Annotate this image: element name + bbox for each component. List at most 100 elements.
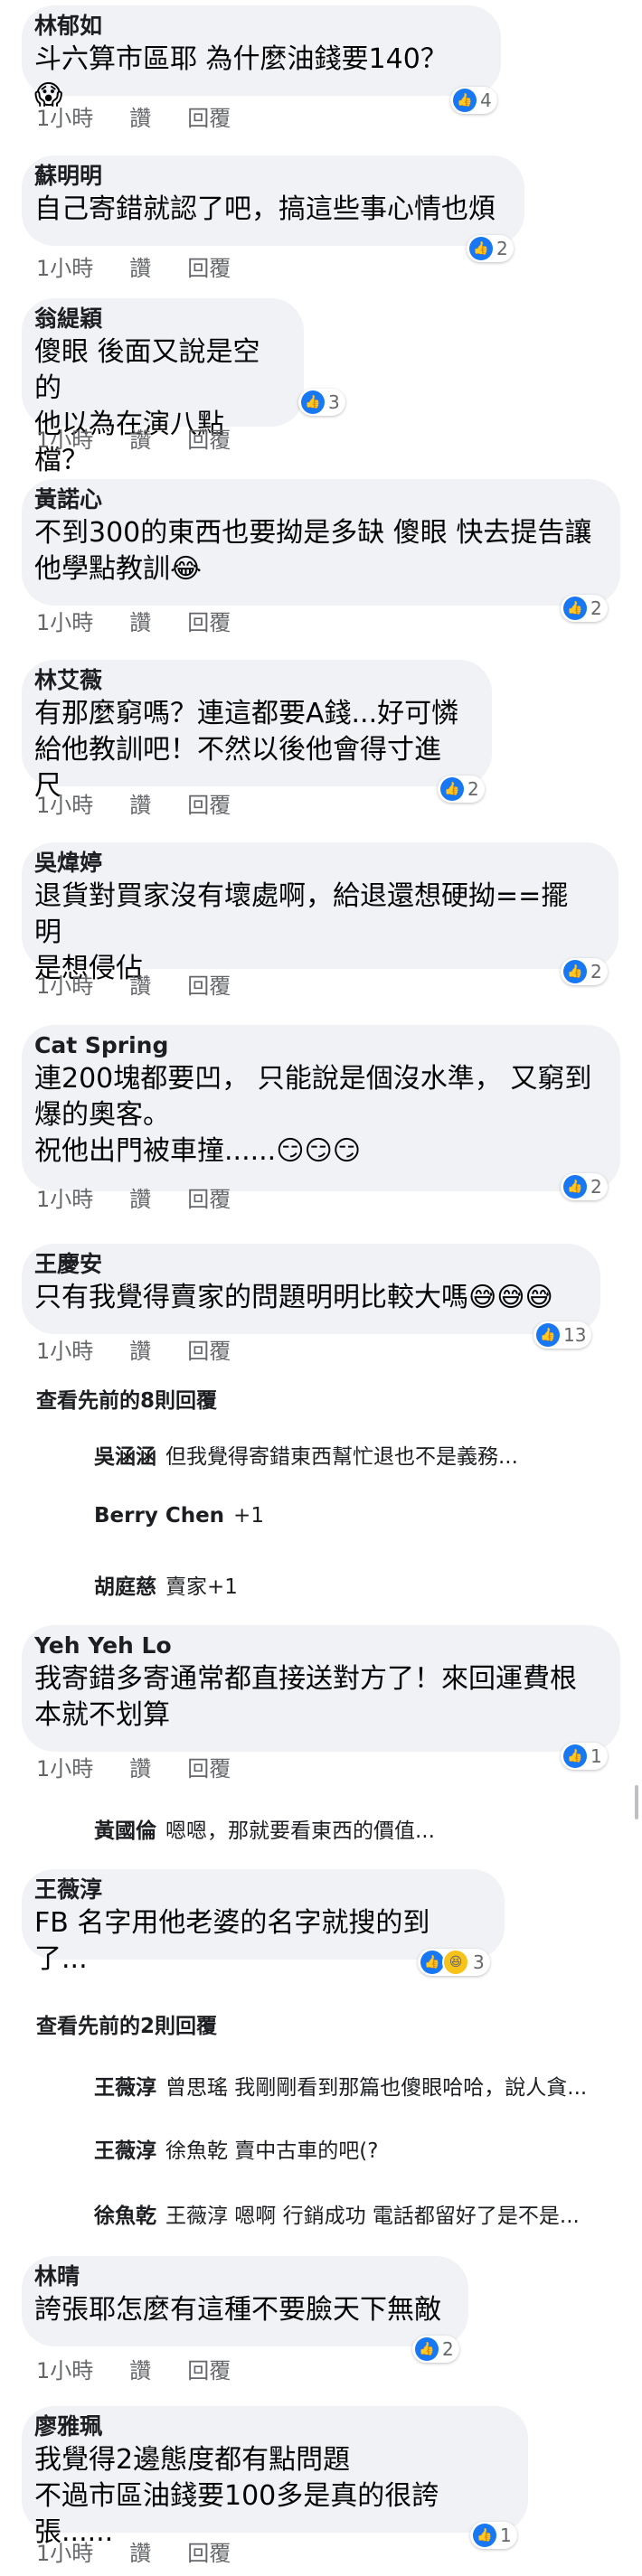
comment-bubble: 廖雅珮 我覺得2邊態度都有點問題 不過市區油錢要100多是真的很誇張...... <box>22 2406 528 2548</box>
reaction-count[interactable]: 👍 2 <box>561 1173 608 1200</box>
reaction-count[interactable]: 👍 2 <box>467 235 514 262</box>
comment-text: 誇張耶怎麼有這種不要臉天下無敵 <box>34 2294 441 2326</box>
timestamp[interactable]: 1小時 <box>36 1338 93 1365</box>
timestamp[interactable]: 1小時 <box>36 1186 93 1213</box>
reaction-count[interactable]: 👍 13 <box>533 1321 592 1349</box>
reaction-number: 2 <box>590 597 602 619</box>
comment-actions: 1小時 讚 回覆 <box>36 609 231 636</box>
timestamp[interactable]: 1小時 <box>36 973 93 1000</box>
reaction-count[interactable]: 👍 2 <box>412 2336 459 2363</box>
thumbs-up-icon: 👍 <box>536 1323 560 1347</box>
comment-text: FB 名字用他老婆的名字就搜的到了... <box>34 1907 430 1975</box>
reply-text: 嗯嗯，那就要看東西的價值... <box>165 1819 435 1843</box>
like-button[interactable]: 讚 <box>129 2357 151 2384</box>
reply-text: 徐魚乾 賣中古車的吧(? <box>165 2139 379 2163</box>
reply-button[interactable]: 回覆 <box>187 2357 231 2384</box>
comment-bubble: Yeh Yeh Lo 我寄錯多寄通常都直接送對方了！來回運費根 本就不划算 <box>22 1625 620 1752</box>
like-button[interactable]: 讚 <box>129 1755 151 1782</box>
reply-text: 賣家+1 <box>165 1575 238 1599</box>
comment-actions: 1小時 讚 回覆 <box>36 2540 231 2567</box>
reply-author[interactable]: 王薇淳 <box>94 2139 156 2163</box>
like-button[interactable]: 讚 <box>129 2540 151 2567</box>
reply-button[interactable]: 回覆 <box>187 105 231 132</box>
commenter-name[interactable]: Yeh Yeh Lo <box>34 1632 593 1659</box>
reply-author[interactable]: 吳涵涵 <box>94 1445 156 1469</box>
reaction-count[interactable]: 👍 2 <box>438 776 485 803</box>
reply-item: 黃國倫 嗯嗯，那就要看東西的價值... <box>94 1813 435 1844</box>
timestamp[interactable]: 1小時 <box>36 1755 93 1782</box>
reply-button[interactable]: 回覆 <box>187 1755 231 1782</box>
commenter-name[interactable]: 林郁如 <box>34 13 474 40</box>
reaction-count[interactable]: 👍 2 <box>561 595 608 622</box>
comment: Cat Spring 連200塊都要凹， 只能說是個沒水準， 又窮到 爆的奧客。… <box>0 1025 642 1212</box>
reply-item: 徐魚乾 王薇淳 嗯啊 行銷成功 電話都留好了是不是... <box>94 2198 580 2229</box>
timestamp[interactable]: 1小時 <box>36 2357 93 2384</box>
reply-author[interactable]: 徐魚乾 <box>94 2205 156 2228</box>
comment-bubble: 蘇明明 自己寄錯就認了吧，搞這些事心情也煩 <box>22 155 524 246</box>
timestamp[interactable]: 1小時 <box>36 255 93 282</box>
reply-item: 胡庭慈 賣家+1 <box>94 1569 238 1600</box>
reply-button[interactable]: 回覆 <box>187 2540 231 2567</box>
thumbs-up-icon: 👍 <box>563 597 587 620</box>
reply-author[interactable]: Berry Chen <box>94 1504 224 1528</box>
reaction-number: 3 <box>473 1951 485 1973</box>
like-button[interactable]: 讚 <box>129 792 151 819</box>
reply-author[interactable]: 胡庭慈 <box>94 1575 156 1599</box>
commenter-name[interactable]: 翁緹穎 <box>34 306 277 333</box>
reply-button[interactable]: 回覆 <box>187 792 231 819</box>
reply-author[interactable]: 黃國倫 <box>94 1819 156 1843</box>
reply-button[interactable]: 回覆 <box>187 609 231 636</box>
timestamp[interactable]: 1小時 <box>36 609 93 636</box>
comment-text: 自己寄錯就認了吧，搞這些事心情也煩 <box>34 193 496 225</box>
view-previous-replies[interactable]: 查看先前的8則回覆 <box>36 1383 217 1414</box>
comment-text: 我寄錯多寄通常都直接送對方了！來回運費根 本就不划算 <box>34 1663 577 1731</box>
like-button[interactable]: 讚 <box>129 1338 151 1365</box>
reply-button[interactable]: 回覆 <box>187 1186 231 1213</box>
comment-bubble: 翁緹穎 傻眼 後面又說是空的 他以為在演八點檔？ <box>22 298 304 476</box>
reaction-number: 4 <box>480 89 492 111</box>
reply-button[interactable]: 回覆 <box>187 427 231 454</box>
comment-bubble: 林郁如 斗六算市區耶 為什麼油錢要140？😱 <box>22 5 501 111</box>
like-button[interactable]: 讚 <box>129 255 151 282</box>
comment-text: 我覺得2邊態度都有點問題 不過市區油錢要100多是真的很誇張...... <box>34 2444 439 2548</box>
commenter-name[interactable]: Cat Spring <box>34 1032 593 1059</box>
reply-button[interactable]: 回覆 <box>187 255 231 282</box>
commenter-name[interactable]: 林艾薇 <box>34 667 465 694</box>
comment-bubble: 黃諾心 不到300的東西也要拗是多缺 傻眼 快去提告讓 他學點教訓😂 <box>22 479 620 606</box>
reaction-count[interactable]: 👍 4 <box>450 87 497 114</box>
reply-button[interactable]: 回覆 <box>187 1338 231 1365</box>
reply-author[interactable]: 王薇淳 <box>94 2076 156 2100</box>
like-button[interactable]: 讚 <box>129 973 151 1000</box>
view-previous-replies[interactable]: 查看先前的2則回覆 <box>36 2008 217 2039</box>
scrollbar[interactable] <box>635 1785 638 1819</box>
comment-actions: 1小時 讚 回覆 <box>36 1338 231 1365</box>
timestamp[interactable]: 1小時 <box>36 105 93 132</box>
comment-actions: 1小時 讚 回覆 <box>36 2357 231 2384</box>
reply-text: +1 <box>233 1504 264 1528</box>
comment-bubble: 王薇淳 FB 名字用他老婆的名字就搜的到了... <box>22 1869 505 1975</box>
reaction-count[interactable]: 👍 2 <box>561 958 608 985</box>
like-button[interactable]: 讚 <box>129 609 151 636</box>
reaction-count[interactable]: 👍 1 <box>561 1743 608 1770</box>
commenter-name[interactable]: 王薇淳 <box>34 1876 477 1904</box>
commenter-name[interactable]: 林晴 <box>34 2263 441 2290</box>
reply-button[interactable]: 回覆 <box>187 973 231 1000</box>
timestamp[interactable]: 1小時 <box>36 2540 93 2567</box>
commenter-name[interactable]: 廖雅珮 <box>34 2413 501 2440</box>
reply-item: Berry Chen +1 <box>94 1504 264 1528</box>
commenter-name[interactable]: 王慶安 <box>34 1251 573 1278</box>
thumbs-up-icon: 👍 <box>453 89 477 112</box>
commenter-name[interactable]: 蘇明明 <box>34 163 497 190</box>
like-button[interactable]: 讚 <box>129 105 151 132</box>
timestamp[interactable]: 1小時 <box>36 427 93 454</box>
reaction-count[interactable]: 👍 1 <box>470 2522 517 2549</box>
comment-text: 退貨對買家沒有壞處啊，給退還想硬拗==擺明 是想侵佔 <box>34 880 569 984</box>
like-button[interactable]: 讚 <box>129 427 151 454</box>
commenter-name[interactable]: 黃諾心 <box>34 486 593 513</box>
like-button[interactable]: 讚 <box>129 1186 151 1213</box>
reaction-count[interactable]: 👍 3 <box>298 389 345 416</box>
commenter-name[interactable]: 吳煒婷 <box>34 850 591 877</box>
comment-actions: 1小時 讚 回覆 <box>36 1755 231 1782</box>
timestamp[interactable]: 1小時 <box>36 792 93 819</box>
reaction-count[interactable]: 👍 😆 3 <box>418 1949 490 1976</box>
